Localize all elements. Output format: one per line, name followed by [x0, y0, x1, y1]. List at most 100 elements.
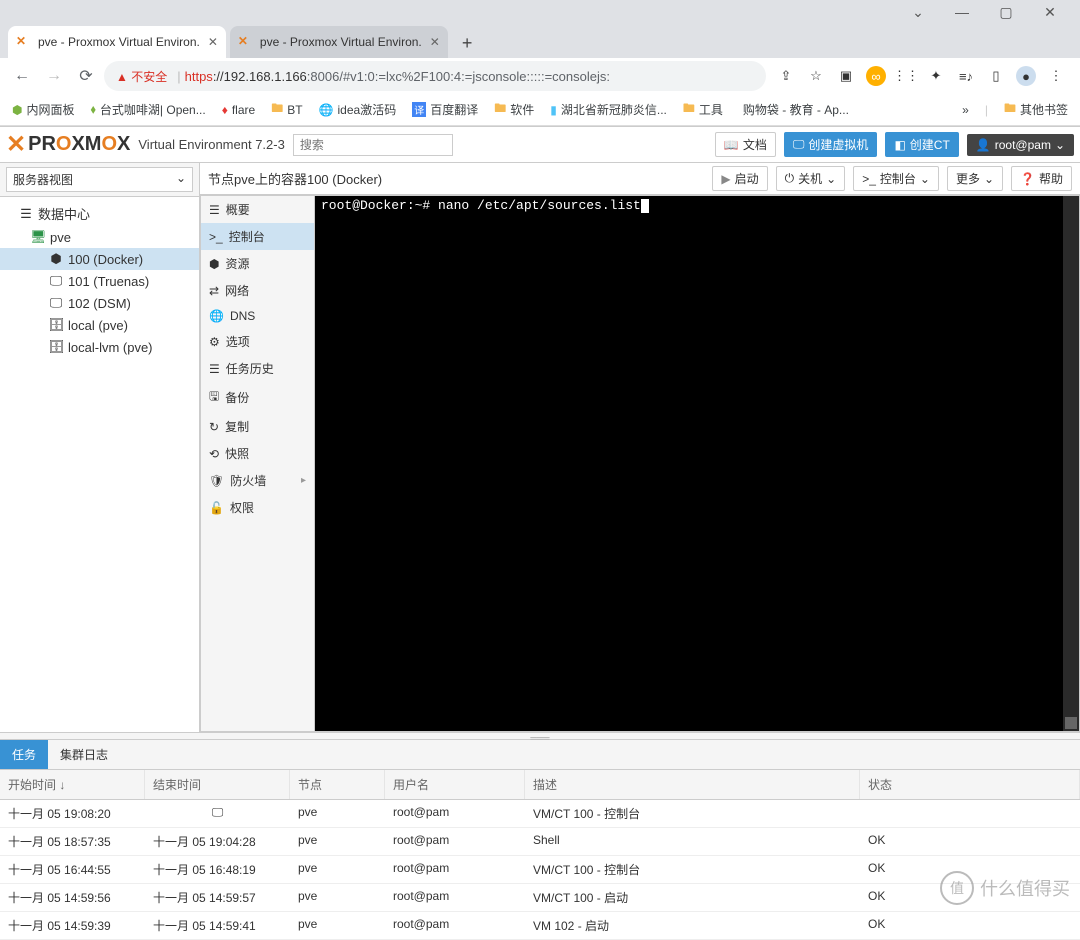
ext1-icon[interactable]: ▣	[836, 66, 856, 86]
bookmark-item[interactable]: ♦flare	[222, 103, 255, 117]
tree-vm-101[interactable]: 🖵101 (Truenas)	[0, 270, 199, 292]
bookmark-item[interactable]: 译百度翻译	[412, 101, 478, 118]
chevron-down-icon[interactable]: ⌄	[896, 2, 940, 22]
server-icon: 🖥	[30, 229, 46, 245]
help-button[interactable]: ❓帮助	[1011, 166, 1072, 191]
more-button[interactable]: 更多 ⌄	[947, 166, 1003, 191]
tree-node-pve[interactable]: 🖥pve	[0, 226, 199, 248]
tab-close-icon[interactable]: ✕	[430, 35, 440, 49]
forward-icon[interactable]: →	[40, 62, 68, 90]
menu-options[interactable]: ⚙选项	[201, 328, 314, 355]
back-icon[interactable]: ←	[8, 62, 36, 90]
minimize-icon[interactable]: —	[940, 2, 984, 22]
monitor-icon: 🖵	[48, 273, 64, 289]
list-icon: ☰	[209, 362, 220, 376]
close-icon[interactable]: ✕	[1028, 2, 1072, 22]
task-row[interactable]: 十一月 05 16:44:55十一月 05 16:48:19pveroot@pa…	[0, 856, 1080, 884]
tab-close-icon[interactable]: ✕	[208, 35, 218, 49]
splitter[interactable]: ═══	[0, 732, 1080, 740]
pve-version: Virtual Environment 7.2-3	[138, 137, 284, 152]
tree-storage-local[interactable]: 🗄local (pve)	[0, 314, 199, 336]
menu-snapshot[interactable]: ⟲快照	[201, 440, 314, 467]
terminal-output: root@Docker:~# nano /etc/apt/sources.lis…	[321, 198, 641, 213]
bookmark-item[interactable]: ⬢内网面板	[12, 101, 75, 118]
scrollbar[interactable]	[1063, 196, 1079, 731]
col-end-time[interactable]: 结束时间	[145, 770, 290, 799]
shutdown-button[interactable]: ⏻关机 ⌄	[776, 166, 846, 191]
task-row[interactable]: 十一月 05 18:57:35十一月 05 19:04:28pveroot@pa…	[0, 828, 1080, 856]
gear-icon: ⚙	[209, 335, 220, 349]
reading-list-icon[interactable]: ≡♪	[956, 66, 976, 86]
console-button[interactable]: >_控制台 ⌄	[853, 166, 939, 191]
task-row[interactable]: 十一月 05 14:59:56十一月 05 14:59:57pveroot@pa…	[0, 884, 1080, 912]
menu-backup[interactable]: 🖫备份	[201, 382, 314, 413]
menu-firewall[interactable]: 🛡防火墙▸	[201, 467, 314, 494]
tree-view-selector[interactable]: 服务器视图⌄	[0, 163, 199, 197]
bookmark-item[interactable]: ▮湖北省新冠肺炎信...	[550, 101, 667, 118]
menu-dns[interactable]: 🌐DNS	[201, 304, 314, 328]
col-user[interactable]: 用户名	[385, 770, 525, 799]
puzzle-icon[interactable]: ✦	[926, 66, 946, 86]
ext2-icon[interactable]: ∞	[866, 66, 886, 86]
browser-chrome: ⌄ — ▢ ✕ ✕ pve - Proxmox Virtual Environ.…	[0, 0, 1080, 127]
extension-icons: ⇪ ☆ ▣ ∞ ⋮⋮ ✦ ≡♪ ▯ ● ⋮	[770, 66, 1072, 86]
help-icon: ❓	[1020, 172, 1035, 186]
bookmark-item[interactable]: 🖿软件	[494, 99, 534, 120]
menu-resources[interactable]: ⬢资源	[201, 250, 314, 277]
menu-icon[interactable]: ⋮	[1046, 66, 1066, 86]
create-vm-button[interactable]: 🖵创建虚拟机	[784, 132, 878, 157]
tab-title: pve - Proxmox Virtual Environ.	[38, 35, 200, 49]
new-tab-button[interactable]: +	[452, 29, 483, 58]
search-input[interactable]	[293, 134, 453, 156]
side-menu: ☰概要 >_控制台 ⬢资源 ⇄网络 🌐DNS ⚙选项 ☰任务历史 🖫备份 ↻复制…	[201, 196, 315, 731]
tab-tasks[interactable]: 任务	[0, 740, 48, 769]
menu-summary[interactable]: ☰概要	[201, 196, 314, 223]
share-icon[interactable]: ⇪	[776, 66, 796, 86]
menu-replication[interactable]: ↻复制	[201, 413, 314, 440]
cube-icon: ◧	[894, 138, 905, 152]
bookmark-item[interactable]: 🌐idea激活码	[319, 101, 397, 118]
reload-icon[interactable]: ⟳	[72, 62, 100, 90]
create-ct-button[interactable]: ◧创建CT	[885, 132, 958, 157]
other-bookmarks[interactable]: 🖿其他书签	[1004, 99, 1068, 120]
bookmark-item[interactable]: ⬧台式咖啡湖| Open...	[91, 101, 206, 118]
start-button[interactable]: ▶启动	[712, 166, 767, 191]
panel-icon[interactable]: ▯	[986, 66, 1006, 86]
docs-button[interactable]: 📖文档	[715, 132, 776, 157]
menu-console[interactable]: >_控制台	[201, 223, 314, 250]
task-row[interactable]: 十一月 05 19:08:20🖵pveroot@pamVM/CT 100 - 控…	[0, 800, 1080, 828]
task-row[interactable]: 十一月 05 14:59:39十一月 05 14:59:41pveroot@pa…	[0, 912, 1080, 940]
star-icon[interactable]: ☆	[806, 66, 826, 86]
menu-network[interactable]: ⇄网络	[201, 277, 314, 304]
pve-header: ✕PROXMOX Virtual Environment 7.2-3 📖文档 🖵…	[0, 127, 1080, 163]
menu-task-history[interactable]: ☰任务历史	[201, 355, 314, 382]
col-node[interactable]: 节点	[290, 770, 385, 799]
col-start-time[interactable]: 开始时间 ↓	[0, 770, 145, 799]
tree-datacenter[interactable]: ☰数据中心	[0, 201, 199, 226]
ext3-icon[interactable]: ⋮⋮	[896, 66, 916, 86]
maximize-icon[interactable]: ▢	[984, 2, 1028, 22]
col-desc[interactable]: 描述	[525, 770, 860, 799]
col-status[interactable]: 状态	[860, 770, 1080, 799]
tree-lxc-100[interactable]: ⬢100 (Docker)	[0, 248, 199, 270]
tab-cluster-log[interactable]: 集群日志	[48, 740, 120, 769]
bookmark-item[interactable]: 🖿BT	[271, 99, 302, 120]
menu-permissions[interactable]: 🔓权限	[201, 494, 314, 521]
monitor-icon: 🖵	[48, 295, 64, 311]
tab-title: pve - Proxmox Virtual Environ.	[260, 35, 422, 49]
bookmark-item[interactable]: 购物袋 - 教育 - Ap...	[739, 101, 849, 118]
bookmarks-overflow[interactable]: »	[962, 103, 969, 117]
browser-tab[interactable]: ✕ pve - Proxmox Virtual Environ. ✕	[230, 26, 448, 58]
user-menu-button[interactable]: 👤root@pam ⌄	[967, 134, 1074, 156]
address-bar[interactable]: ▲ 不安全 | https://192.168.1.166:8006/#v1:0…	[104, 61, 766, 91]
monitor-icon: 🖵	[153, 805, 282, 820]
tree-storage-local-lvm[interactable]: 🗄local-lvm (pve)	[0, 336, 199, 358]
cube-icon: ⬢	[209, 257, 219, 271]
divider: |	[177, 69, 180, 84]
avatar-icon[interactable]: ●	[1016, 66, 1036, 86]
tree-vm-102[interactable]: 🖵102 (DSM)	[0, 292, 199, 314]
browser-tab-active[interactable]: ✕ pve - Proxmox Virtual Environ. ✕	[8, 26, 226, 58]
chevron-right-icon: ▸	[301, 475, 306, 486]
terminal-console[interactable]: root@Docker:~# nano /etc/apt/sources.lis…	[315, 196, 1079, 731]
bookmark-item[interactable]: 🖿工具	[683, 99, 723, 120]
